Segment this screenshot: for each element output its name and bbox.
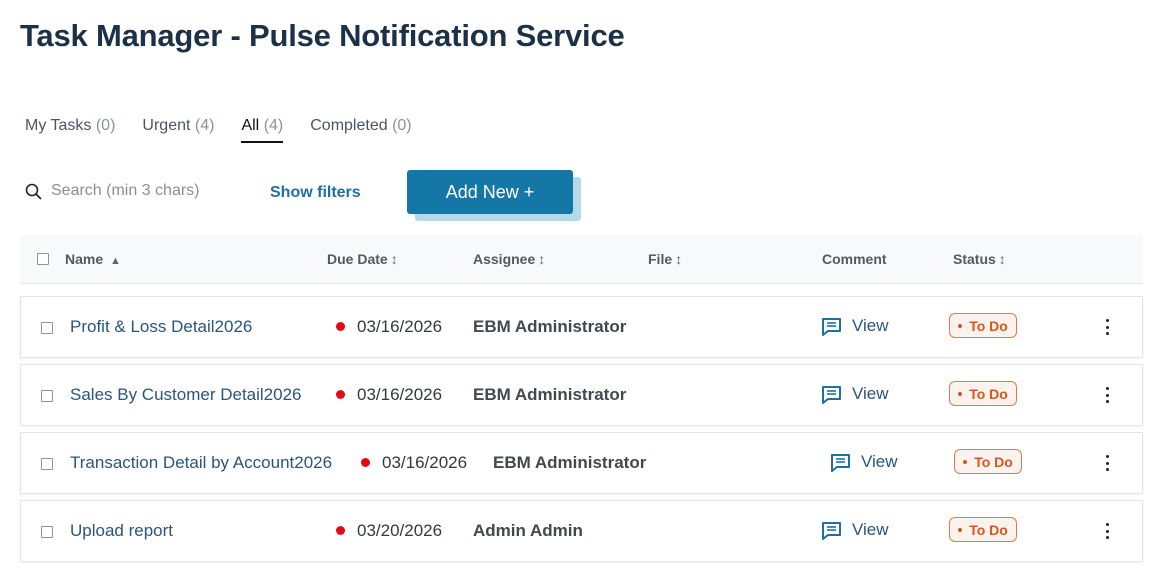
due-date: 03/16/2026 <box>357 317 443 336</box>
column-label: Comment <box>822 251 887 267</box>
add-new-button[interactable]: Add New + <box>407 170 573 214</box>
comment-view-label: View <box>852 520 889 539</box>
status-label: To Do <box>969 521 1008 538</box>
search-box <box>25 182 241 200</box>
comment-view-link[interactable]: View <box>821 520 889 540</box>
tab-count: (0) <box>392 117 412 134</box>
sort-icon: ↕ <box>998 251 1006 267</box>
column-header-status[interactable]: Status ↕ <box>953 251 1006 267</box>
row-checkbox[interactable] <box>41 390 53 402</box>
task-name-link[interactable]: Transaction Detail by Account2026 <box>70 453 332 473</box>
table-header: Name ▲ Due Date ↕ Assignee ↕ File ↕ Comment… <box>20 235 1143 284</box>
row-checkbox[interactable] <box>41 322 53 334</box>
table-row[interactable]: Transaction Detail by Account2026 03/16/… <box>20 432 1143 494</box>
comment-view-label: View <box>852 316 889 335</box>
comment-view-label: View <box>852 384 889 403</box>
table-row[interactable]: Upload report 03/20/2026 Admin Admin Vie… <box>20 500 1143 562</box>
status-dot-icon <box>958 323 963 328</box>
column-header-name[interactable]: Name ▲ <box>65 251 121 267</box>
status-badge: To Do <box>949 381 1017 406</box>
page-title: Task Manager - Pulse Notification Servic… <box>20 18 625 53</box>
tab-label: All <box>241 117 260 134</box>
status-badge: To Do <box>949 313 1017 338</box>
status-label: To Do <box>969 385 1008 402</box>
due-date: 03/16/2026 <box>357 385 443 404</box>
assignee: Admin Admin <box>473 521 583 540</box>
status-badge: To Do <box>954 449 1022 474</box>
assignee: EBM Administrator <box>473 317 627 336</box>
add-new-wrapper: Add New + <box>407 170 581 221</box>
column-header-assignee[interactable]: Assignee ↕ <box>473 251 545 267</box>
sort-asc-icon: ▲ <box>110 255 121 267</box>
status-dot-icon <box>958 391 963 396</box>
due-date: 03/20/2026 <box>357 521 443 540</box>
table-row[interactable]: Profit & Loss Detail2026 03/16/2026 EBM … <box>20 296 1143 358</box>
task-name-link[interactable]: Upload report <box>70 521 173 541</box>
tab-count: (4) <box>194 117 215 134</box>
more-vertical-icon[interactable] <box>1104 523 1110 539</box>
search-icon <box>25 183 42 200</box>
comment-icon <box>822 385 841 404</box>
row-checkbox[interactable] <box>41 458 53 470</box>
column-header-comment: Comment <box>822 251 887 267</box>
tab-urgent[interactable]: Urgent (4) <box>142 117 214 143</box>
status-label: To Do <box>974 453 1013 470</box>
overdue-dot-icon <box>336 390 345 399</box>
tab-count: (4) <box>263 117 284 134</box>
comment-icon <box>831 453 850 472</box>
tab-count: (0) <box>95 117 116 134</box>
due-date: 03/16/2026 <box>382 453 468 472</box>
select-all-checkbox[interactable] <box>37 253 49 265</box>
show-filters-link[interactable]: Show filters <box>270 184 361 202</box>
comment-view-link[interactable]: View <box>830 452 898 472</box>
tab-all[interactable]: All (4) <box>241 117 283 143</box>
status-label: To Do <box>969 317 1008 334</box>
tab-label: Urgent <box>142 117 191 134</box>
search-input[interactable] <box>51 182 241 200</box>
overdue-dot-icon <box>336 322 345 331</box>
comment-view-label: View <box>861 452 898 471</box>
tab-label: My Tasks <box>25 117 92 134</box>
status-badge: To Do <box>949 517 1017 542</box>
column-label: Due Date <box>327 251 388 267</box>
status-dot-icon <box>958 527 963 532</box>
comment-view-link[interactable]: View <box>821 316 889 336</box>
tab-bar: My Tasks (0) Urgent (4) All (4) Complete… <box>25 117 439 143</box>
row-checkbox[interactable] <box>41 526 53 538</box>
column-label: Assignee <box>473 251 536 267</box>
task-name-link[interactable]: Sales By Customer Detail2026 <box>70 385 302 405</box>
comment-icon <box>822 521 841 540</box>
column-header-due-date[interactable]: Due Date ↕ <box>327 251 398 267</box>
column-header-file[interactable]: File ↕ <box>648 251 682 267</box>
table-row[interactable]: Sales By Customer Detail2026 03/16/2026 … <box>20 364 1143 426</box>
sort-icon: ↕ <box>390 251 398 267</box>
comment-view-link[interactable]: View <box>821 384 889 404</box>
column-label: File <box>648 251 673 267</box>
assignee: EBM Administrator <box>473 385 627 404</box>
tab-my-tasks[interactable]: My Tasks (0) <box>25 117 115 143</box>
more-vertical-icon[interactable] <box>1104 387 1110 403</box>
more-vertical-icon[interactable] <box>1104 319 1110 335</box>
tab-label: Completed <box>310 117 388 134</box>
sort-icon: ↕ <box>538 251 546 267</box>
task-name-link[interactable]: Profit & Loss Detail2026 <box>70 317 252 337</box>
column-label: Name <box>65 251 104 267</box>
column-label: Status <box>953 251 996 267</box>
assignee: EBM Administrator <box>493 453 647 472</box>
tab-completed[interactable]: Completed (0) <box>310 117 411 143</box>
overdue-dot-icon <box>361 458 370 467</box>
overdue-dot-icon <box>336 526 345 535</box>
sort-icon: ↕ <box>675 251 683 267</box>
more-vertical-icon[interactable] <box>1104 455 1110 471</box>
status-dot-icon <box>963 459 968 464</box>
comment-icon <box>822 317 841 336</box>
